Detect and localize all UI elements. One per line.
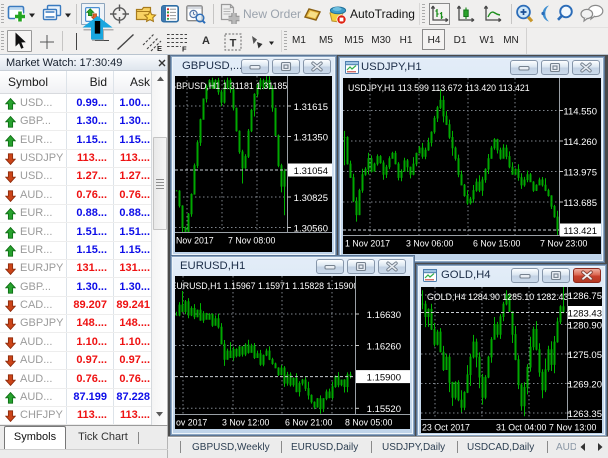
svg-text:7 Nov 13:00: 7 Nov 13:00 — [549, 423, 597, 433]
svg-text:1.15900: 1.15900 — [367, 372, 401, 383]
svg-text:E: E — [157, 44, 162, 52]
svg-text:1.16260: 1.16260 — [367, 341, 401, 352]
svg-text:1.31054: 1.31054 — [294, 166, 328, 177]
svg-text:1 Nov 2017: 1 Nov 2017 — [345, 239, 390, 249]
svg-text:EURUSD,H1 1.15967 1.15971 1.15: EURUSD,H1 1.15967 1.15971 1.15828 1.1590… — [175, 281, 358, 291]
svg-text:113.685: 113.685 — [563, 198, 597, 209]
svg-text:T: T — [230, 38, 237, 50]
svg-text:1.31615: 1.31615 — [294, 102, 328, 113]
svg-text:1.30825: 1.30825 — [294, 193, 328, 204]
svg-text:114.260: 114.260 — [563, 137, 597, 148]
svg-text:113.421: 113.421 — [563, 226, 597, 237]
svg-text:1.16630: 1.16630 — [367, 310, 401, 321]
svg-text:Nov 2017: Nov 2017 — [176, 236, 214, 246]
svg-text:1.15520: 1.15520 — [367, 404, 401, 415]
svg-text:1275.05: 1275.05 — [568, 350, 602, 361]
svg-text:1.31350: 1.31350 — [294, 132, 328, 143]
svg-text:ov 2017: ov 2017 — [176, 418, 207, 428]
svg-text:1286.75: 1286.75 — [568, 291, 602, 302]
svg-text:USDJPY,H1 113.599 113.672 113.: USDJPY,H1 113.599 113.672 113.420 113.42… — [348, 83, 530, 93]
svg-text:23 Oct 2017: 23 Oct 2017 — [422, 423, 470, 433]
svg-text:113.975: 113.975 — [563, 167, 597, 178]
svg-text:1280.90: 1280.90 — [568, 320, 602, 331]
svg-text:6 Nov 15:00: 6 Nov 15:00 — [473, 239, 521, 249]
svg-text:1269.20: 1269.20 — [568, 379, 602, 390]
svg-text:7 Nov 23:00: 7 Nov 23:00 — [540, 239, 588, 249]
svg-text:1283.43: 1283.43 — [568, 308, 602, 319]
svg-text:1.30560: 1.30560 — [294, 223, 328, 234]
svg-text:1263.35: 1263.35 — [568, 409, 602, 420]
svg-text:6 Nov 21:00: 6 Nov 21:00 — [285, 418, 333, 428]
svg-text:7 Nov 08:00: 7 Nov 08:00 — [228, 236, 276, 246]
svg-text:F: F — [182, 45, 187, 53]
svg-text:3 Nov 06:00: 3 Nov 06:00 — [406, 239, 454, 249]
svg-text:31 Oct 04:00: 31 Oct 04:00 — [496, 423, 546, 433]
svg-text:3 Nov 12:00: 3 Nov 12:00 — [222, 418, 270, 428]
svg-text:114.550: 114.550 — [563, 106, 597, 117]
svg-text:8 Nov 05:00: 8 Nov 05:00 — [345, 418, 393, 428]
